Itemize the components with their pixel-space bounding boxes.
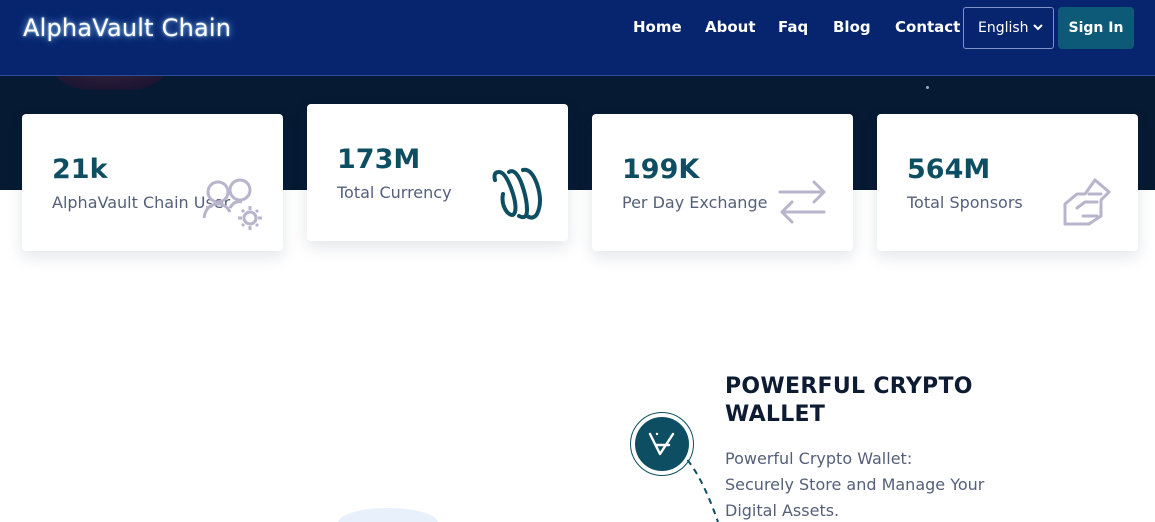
- feature-title: POWERFUL CRYPTO WALLET: [725, 374, 973, 427]
- feature-badge: [630, 412, 694, 476]
- vechain-logo-icon: [635, 417, 689, 471]
- page: AlphaVault Chain Home About Faq Blog Con…: [0, 0, 1155, 522]
- feature-description: Powerful Crypto Wallet: Securely Store a…: [725, 449, 985, 520]
- timeline-dashed-line: [679, 451, 719, 522]
